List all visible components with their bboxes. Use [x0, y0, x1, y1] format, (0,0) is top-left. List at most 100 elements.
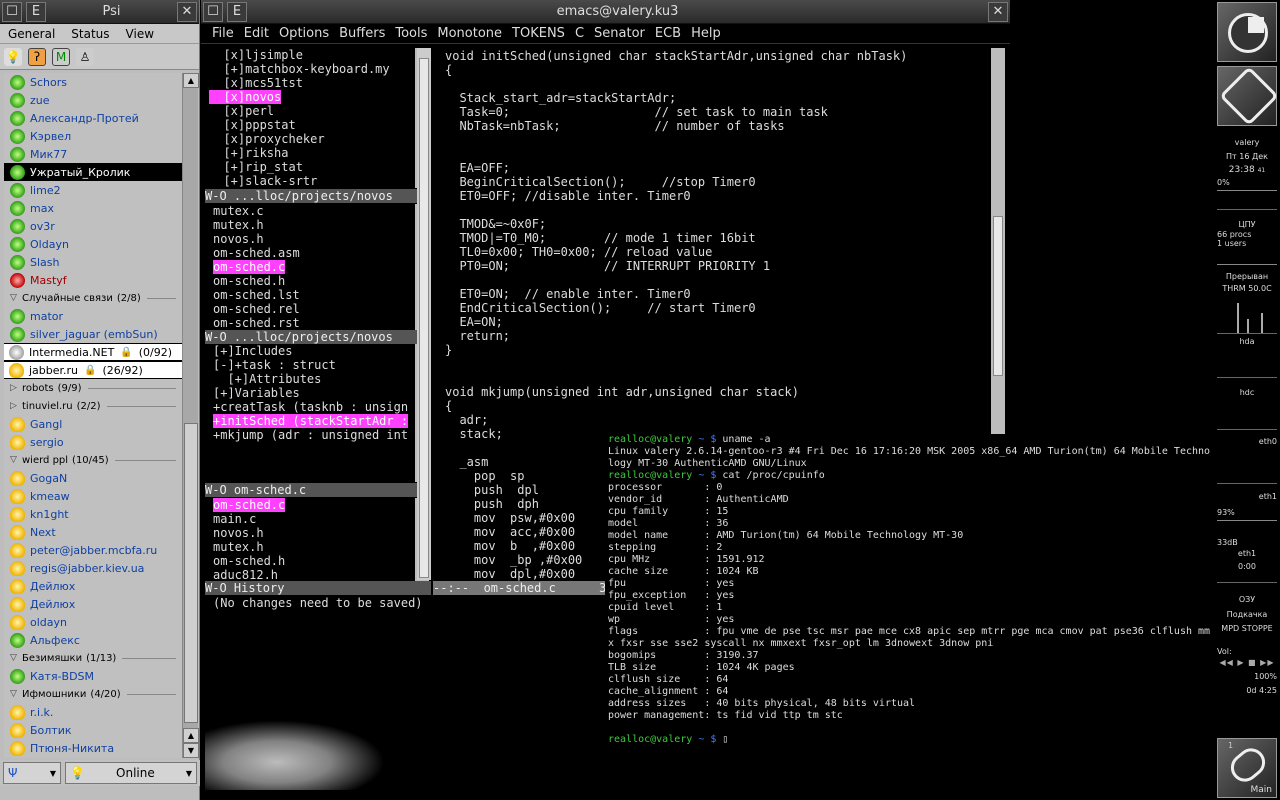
- pane-line[interactable]: mutex.h: [213, 218, 413, 232]
- editor-left-scrollbar[interactable]: [417, 48, 431, 580]
- emacs-titlebar[interactable]: ☐ E emacs@valery.ku3 ✕: [201, 0, 1010, 24]
- menu-ecb[interactable]: ECB: [650, 26, 686, 41]
- roster-group[interactable]: ▷ robots (9/9): [4, 379, 182, 397]
- code-line[interactable]: adr;: [445, 413, 990, 427]
- code-line[interactable]: ET0=ON; // enable inter. Timer0: [445, 287, 990, 301]
- roster-contact[interactable]: max: [4, 199, 182, 217]
- person-icon[interactable]: ♙: [76, 47, 94, 66]
- roster-contact[interactable]: Дейлюх: [4, 577, 182, 595]
- scroll-down-icon[interactable]: ▼: [183, 743, 199, 758]
- close-button[interactable]: ✕: [988, 1, 1008, 22]
- code-line[interactable]: EA=OFF;: [445, 161, 990, 175]
- roster-contact[interactable]: GogaN: [4, 469, 182, 487]
- pane-line[interactable]: [x]pppstat: [209, 118, 409, 132]
- pane-line[interactable]: om-sched.h: [213, 274, 413, 288]
- roster-group[interactable]: ▽ wierd ppl (10/45): [4, 451, 182, 469]
- roster-contact[interactable]: oldayn: [4, 613, 182, 631]
- menu-tools[interactable]: Tools: [390, 26, 432, 41]
- pane-line[interactable]: [+]Attributes: [213, 372, 413, 386]
- roster-contact[interactable]: Ужратый_Кролик: [4, 163, 182, 181]
- code-line[interactable]: {: [445, 63, 990, 77]
- menu-monotone[interactable]: Monotone: [432, 26, 507, 41]
- chevron-right-icon[interactable]: ▷: [10, 401, 22, 411]
- chevron-down-icon[interactable]: ▽: [10, 653, 22, 663]
- pane-line[interactable]: [+]riksha: [209, 146, 409, 160]
- pane-line[interactable]: +creatTask (tasknb : unsign: [213, 400, 413, 414]
- roster-account[interactable]: Intermedia.NET 🔒 (0/92): [4, 343, 182, 361]
- pane-line[interactable]: [-]+task : struct: [213, 358, 413, 372]
- pane-line[interactable]: [+]slack-srtr: [209, 174, 409, 188]
- dock-logo-icon[interactable]: [1217, 2, 1277, 62]
- roster-contact[interactable]: regis@jabber.kiev.ua: [4, 559, 182, 577]
- window-e-button[interactable]: E: [227, 1, 247, 22]
- pane-line[interactable]: [+]Variables: [213, 386, 413, 400]
- pane-line[interactable]: [x]perl: [209, 104, 409, 118]
- pane-line[interactable]: om-sched.asm: [213, 246, 413, 260]
- menu-edit[interactable]: Edit: [239, 26, 274, 41]
- status-selector[interactable]: 💡 Online ▼: [65, 762, 197, 784]
- pane-line[interactable]: +mkjump (adr : unsigned int: [213, 428, 413, 442]
- pane-line[interactable]: [x]proxycheker: [209, 132, 409, 146]
- media-controls[interactable]: ◀◀ ▶ ■ ▶▶: [1217, 658, 1277, 667]
- window-menu-button[interactable]: ☐: [203, 1, 223, 22]
- menu-options[interactable]: Options: [274, 26, 334, 41]
- pane-line[interactable]: [+]rip_stat: [209, 160, 409, 174]
- pane-line[interactable]: main.c: [213, 512, 413, 526]
- code-line[interactable]: EA=ON;: [445, 315, 990, 329]
- roster-contact[interactable]: Птюня-Никита: [4, 739, 182, 757]
- menu-senator[interactable]: Senator: [589, 26, 650, 41]
- code-line[interactable]: [445, 357, 990, 371]
- roster-contact[interactable]: ov3r: [4, 217, 182, 235]
- roster-contact[interactable]: Slash: [4, 253, 182, 271]
- roster-account[interactable]: jabber.ru 🔒 (26/92): [4, 361, 182, 379]
- menu-file[interactable]: File: [207, 26, 239, 41]
- code-line[interactable]: ET0=OFF; //disable inter. Timer0: [445, 189, 990, 203]
- roster-contact[interactable]: lime2: [4, 181, 182, 199]
- editor-scrollbar[interactable]: [991, 48, 1005, 434]
- code-line[interactable]: [445, 77, 990, 91]
- code-line[interactable]: [445, 203, 990, 217]
- code-line[interactable]: Task=0; // set task to main task: [445, 105, 990, 119]
- ecb-methods[interactable]: [+]Includes [-]+task : struct [+]Attribut…: [213, 344, 413, 482]
- code-line[interactable]: TMOD|=T0_M0; // mode 1 timer 16bit: [445, 231, 990, 245]
- roster-contact[interactable]: Болтик: [4, 721, 182, 739]
- roster-contact[interactable]: r.i.k.: [4, 703, 182, 721]
- menu-help[interactable]: Help: [686, 26, 726, 41]
- psi-titlebar[interactable]: ☐ E Psi ✕: [0, 0, 199, 24]
- chevron-right-icon[interactable]: ▷: [10, 383, 22, 393]
- pane-line[interactable]: [x]ljsimple: [209, 48, 409, 62]
- roster-contact[interactable]: Next: [4, 523, 182, 541]
- pane-line[interactable]: mutex.c: [213, 204, 413, 218]
- roster-contact[interactable]: kn1ght: [4, 505, 182, 523]
- ecb-sources[interactable]: mutex.c mutex.h novos.h om-sched.asm om-sche…: [213, 204, 413, 330]
- pane-line[interactable]: om-sched.lst: [213, 288, 413, 302]
- menu-tokens[interactable]: TOKENS: [507, 26, 570, 41]
- window-menu-button[interactable]: ☐: [2, 1, 22, 22]
- roster-group[interactable]: ▽ Безимяшки (1/13): [4, 649, 182, 667]
- chevron-down-icon[interactable]: ▽: [10, 293, 22, 303]
- roster-group[interactable]: ▷ tinuviel.ru (2/2): [4, 397, 182, 415]
- pane-line[interactable]: [x]mcs51tst: [209, 76, 409, 90]
- pane-line[interactable]: novos.h: [213, 232, 413, 246]
- scroll-up-icon[interactable]: ▲: [183, 728, 199, 743]
- ecb-directories[interactable]: [x]ljsimple [+]matchbox-keyboard.my [x]m…: [209, 48, 409, 188]
- code-line[interactable]: PT0=ON; // INTERRUPT PRIORITY 1: [445, 259, 990, 273]
- window-e-button[interactable]: E: [26, 1, 46, 22]
- clip-icon[interactable]: 1 Main: [1217, 738, 1277, 798]
- code-line[interactable]: NbTask=nbTask; // number of tasks: [445, 119, 990, 133]
- pane-line[interactable]: [x]novos: [209, 90, 282, 104]
- pane-line[interactable]: om-sched.rst: [213, 316, 413, 330]
- code-line[interactable]: [445, 133, 990, 147]
- pane-line[interactable]: +initSched (stackStartAdr :: [213, 414, 409, 428]
- ecb-history[interactable]: om-sched.c main.c novos.h mutex.h om-sched.h…: [213, 498, 413, 582]
- menu-view[interactable]: View: [118, 27, 162, 41]
- roster-contact[interactable]: Мик77: [4, 145, 182, 163]
- code-line[interactable]: Stack_start_adr=stackStartAdr;: [445, 91, 990, 105]
- pane-line[interactable]: mutex.h: [213, 540, 413, 554]
- code-line[interactable]: BeginCriticalSection(); //stop Timer0: [445, 175, 990, 189]
- roster-contact[interactable]: mator: [4, 307, 182, 325]
- code-line[interactable]: }: [445, 343, 990, 357]
- code-line[interactable]: void mkjump(unsigned int adr,unsigned ch…: [445, 385, 990, 399]
- minibuffer[interactable]: (No changes need to be saved): [213, 596, 613, 610]
- pane-line[interactable]: [+]matchbox-keyboard.my: [209, 62, 409, 76]
